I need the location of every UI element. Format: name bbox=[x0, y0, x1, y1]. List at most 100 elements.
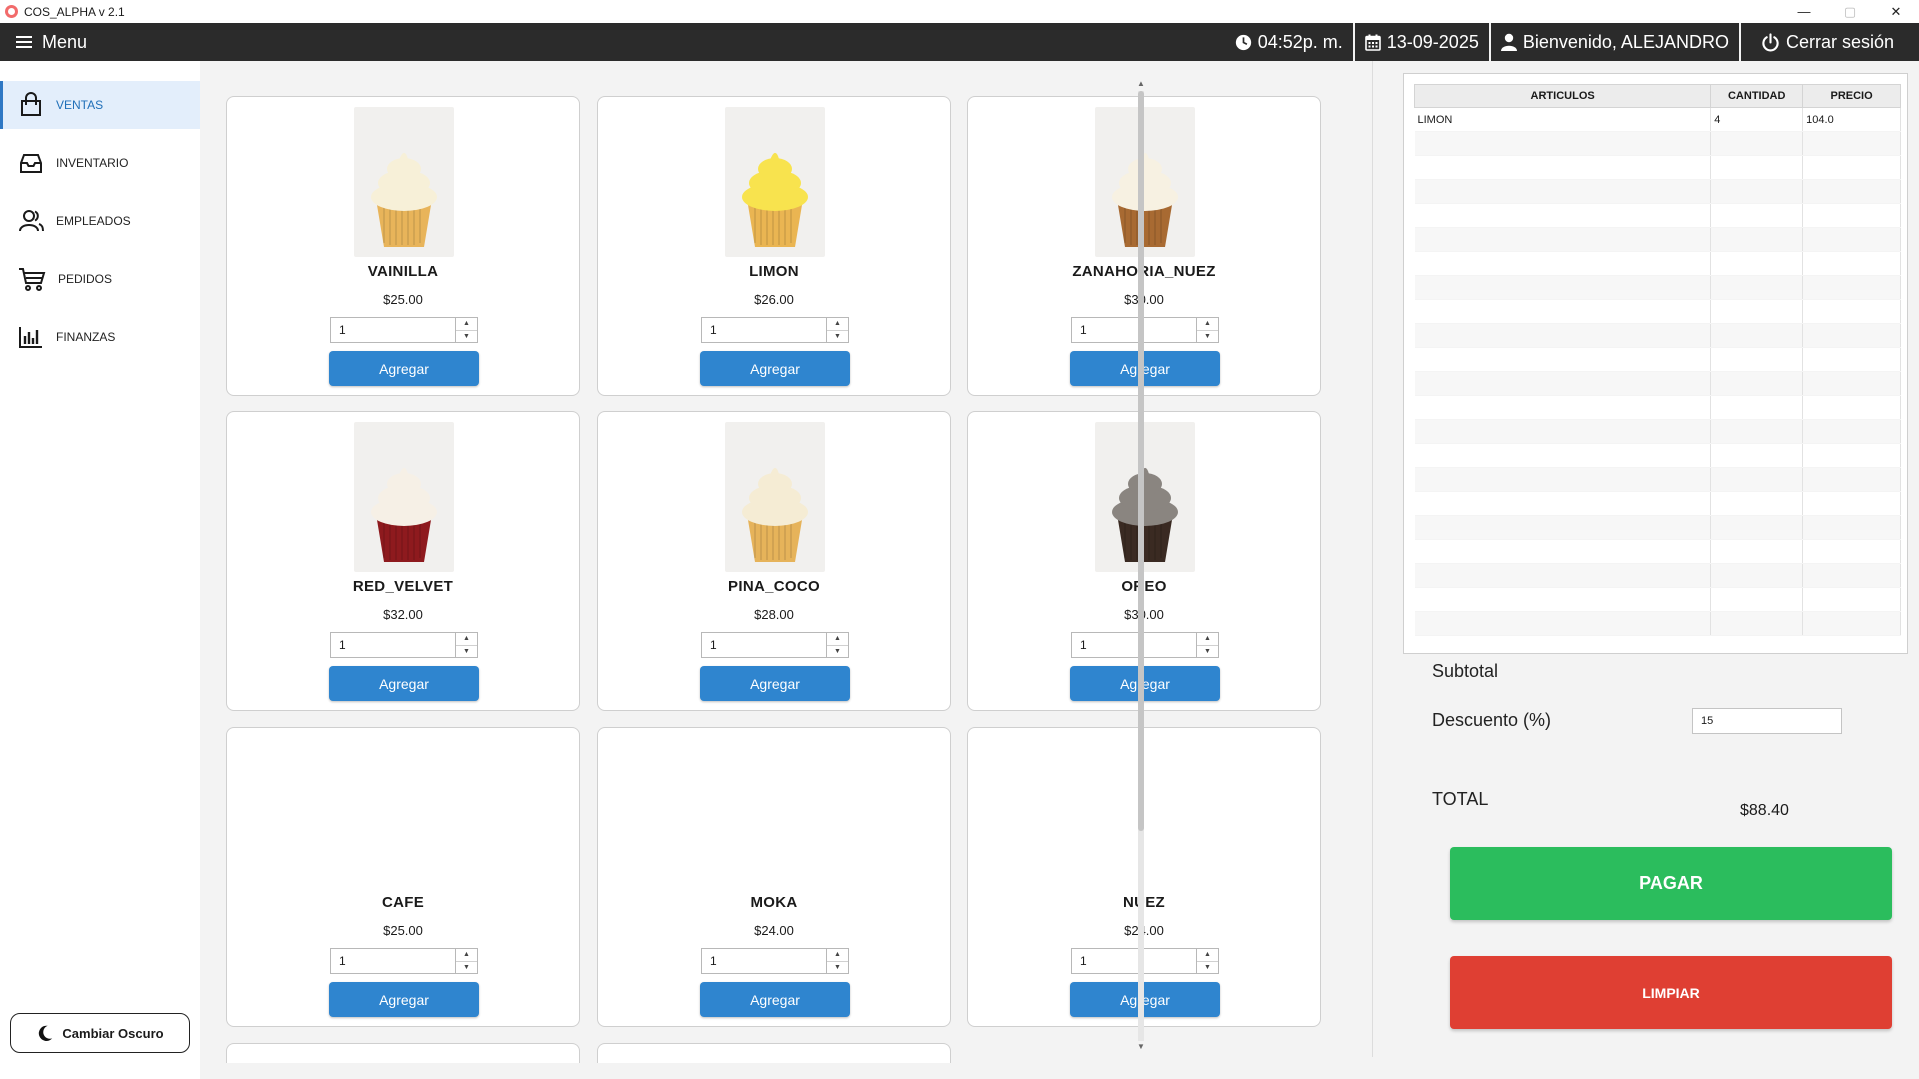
sidebar-item-ventas[interactable]: VENTAS bbox=[0, 81, 200, 129]
stepper-up-icon[interactable]: ▲ bbox=[456, 949, 477, 962]
table-row[interactable]: LIMON 4 104.0 bbox=[1414, 107, 1901, 132]
add-to-cart-button[interactable]: Agregar bbox=[700, 666, 850, 701]
product-name: LIMON bbox=[749, 263, 799, 280]
table-row[interactable] bbox=[1414, 131, 1901, 156]
table-row[interactable] bbox=[1414, 179, 1901, 204]
quantity-stepper[interactable]: 1 ▲ ▼ bbox=[701, 948, 849, 974]
table-row[interactable] bbox=[1414, 563, 1901, 588]
quantity-value[interactable]: 1 bbox=[331, 633, 455, 657]
table-cell bbox=[1710, 587, 1804, 612]
stepper-up-icon[interactable]: ▲ bbox=[1197, 633, 1218, 646]
stepper-down-icon[interactable]: ▼ bbox=[827, 646, 848, 658]
table-row[interactable] bbox=[1414, 299, 1901, 324]
add-to-cart-button[interactable]: Agregar bbox=[700, 982, 850, 1017]
stepper-down-icon[interactable]: ▼ bbox=[827, 331, 848, 343]
table-row[interactable] bbox=[1414, 515, 1901, 540]
table-row[interactable] bbox=[1414, 323, 1901, 348]
table-row[interactable] bbox=[1414, 227, 1901, 252]
stepper-up-icon[interactable]: ▲ bbox=[456, 633, 477, 646]
table-row[interactable] bbox=[1414, 371, 1901, 396]
table-row[interactable] bbox=[1414, 611, 1901, 636]
minimize-button[interactable]: — bbox=[1781, 0, 1827, 23]
quantity-value[interactable]: 1 bbox=[331, 318, 455, 342]
stepper-arrows[interactable]: ▲ ▼ bbox=[826, 633, 848, 657]
quantity-stepper[interactable]: 1 ▲ ▼ bbox=[330, 317, 478, 343]
sidebar-item-finanzas[interactable]: FINANZAS bbox=[0, 313, 200, 361]
stepper-arrows[interactable]: ▲ ▼ bbox=[826, 318, 848, 342]
logout-button[interactable]: Cerrar sesión bbox=[1738, 23, 1919, 61]
table-cell bbox=[1710, 203, 1804, 228]
add-to-cart-button[interactable]: Agregar bbox=[329, 982, 479, 1017]
stepper-arrows[interactable]: ▲ ▼ bbox=[1196, 633, 1218, 657]
quantity-stepper[interactable]: 1 ▲ ▼ bbox=[701, 317, 849, 343]
product-card: PINA_COCO $28.00 1 ▲ ▼ Agregar bbox=[597, 411, 951, 711]
total-label: TOTAL bbox=[1432, 789, 1489, 809]
stepper-down-icon[interactable]: ▼ bbox=[456, 962, 477, 974]
add-to-cart-button[interactable]: Agregar bbox=[329, 666, 479, 701]
product-grid-scrollbar[interactable]: ▲ ▼ bbox=[1135, 79, 1147, 1054]
add-to-cart-button[interactable]: Agregar bbox=[700, 351, 850, 386]
quantity-value[interactable]: 1 bbox=[702, 949, 826, 973]
stepper-arrows[interactable]: ▲ ▼ bbox=[1196, 949, 1218, 973]
maximize-button[interactable]: ▢ bbox=[1827, 0, 1873, 23]
stepper-down-icon[interactable]: ▼ bbox=[456, 646, 477, 658]
quantity-value[interactable]: 1 bbox=[1072, 318, 1196, 342]
stepper-up-icon[interactable]: ▲ bbox=[827, 949, 848, 962]
clear-button[interactable]: LIMPIAR bbox=[1450, 956, 1892, 1029]
stepper-arrows[interactable]: ▲ ▼ bbox=[826, 949, 848, 973]
stepper-up-icon[interactable]: ▲ bbox=[1197, 949, 1218, 962]
stepper-down-icon[interactable]: ▼ bbox=[1197, 962, 1218, 974]
scroll-up-icon[interactable]: ▲ bbox=[1135, 79, 1147, 88]
dark-mode-button[interactable]: Cambiar Oscuro bbox=[10, 1013, 190, 1053]
stepper-down-icon[interactable]: ▼ bbox=[456, 331, 477, 343]
table-row[interactable] bbox=[1414, 491, 1901, 516]
table-row[interactable] bbox=[1414, 467, 1901, 492]
quantity-value[interactable]: 1 bbox=[331, 949, 455, 973]
scroll-thumb[interactable] bbox=[1138, 91, 1144, 831]
stepper-arrows[interactable]: ▲ ▼ bbox=[1196, 318, 1218, 342]
quantity-value[interactable]: 1 bbox=[1072, 633, 1196, 657]
sidebar-item-pedidos[interactable]: PEDIDOS bbox=[0, 255, 200, 303]
users-icon bbox=[19, 210, 44, 232]
table-row[interactable] bbox=[1414, 443, 1901, 468]
stepper-arrows[interactable]: ▲ ▼ bbox=[455, 633, 477, 657]
dark-mode-label: Cambiar Oscuro bbox=[62, 1025, 164, 1041]
quantity-value[interactable]: 1 bbox=[1072, 949, 1196, 973]
add-to-cart-button[interactable]: Agregar bbox=[329, 351, 479, 386]
quantity-stepper[interactable]: 1 ▲ ▼ bbox=[330, 632, 478, 658]
table-row[interactable] bbox=[1414, 251, 1901, 276]
quantity-stepper[interactable]: 1 ▲ ▼ bbox=[330, 948, 478, 974]
column-header-precio[interactable]: PRECIO bbox=[1802, 84, 1901, 108]
column-header-articulos[interactable]: ARTICULOS bbox=[1413, 84, 1712, 108]
table-row[interactable] bbox=[1414, 395, 1901, 420]
quantity-value[interactable]: 1 bbox=[702, 318, 826, 342]
pay-button[interactable]: PAGAR bbox=[1450, 847, 1892, 920]
table-row[interactable] bbox=[1414, 347, 1901, 372]
table-row[interactable] bbox=[1414, 155, 1901, 180]
stepper-down-icon[interactable]: ▼ bbox=[827, 962, 848, 974]
scroll-down-icon[interactable]: ▼ bbox=[1135, 1042, 1147, 1051]
stepper-up-icon[interactable]: ▲ bbox=[1197, 318, 1218, 331]
stepper-up-icon[interactable]: ▲ bbox=[827, 633, 848, 646]
table-row[interactable] bbox=[1414, 275, 1901, 300]
table-row[interactable] bbox=[1414, 539, 1901, 564]
stepper-down-icon[interactable]: ▼ bbox=[1197, 331, 1218, 343]
product-price: $26.00 bbox=[754, 292, 794, 307]
close-button[interactable]: ✕ bbox=[1873, 0, 1919, 23]
menu-button[interactable]: Menu bbox=[0, 23, 87, 61]
sidebar-item-empleados[interactable]: EMPLEADOS bbox=[0, 197, 200, 245]
stepper-up-icon[interactable]: ▲ bbox=[456, 318, 477, 331]
sidebar-item-inventario[interactable]: INVENTARIO bbox=[0, 139, 200, 187]
column-header-cantidad[interactable]: CANTIDAD bbox=[1710, 84, 1804, 108]
table-row[interactable] bbox=[1414, 419, 1901, 444]
quantity-stepper[interactable]: 1 ▲ ▼ bbox=[701, 632, 849, 658]
table-cell bbox=[1710, 395, 1804, 420]
stepper-arrows[interactable]: ▲ ▼ bbox=[455, 318, 477, 342]
stepper-down-icon[interactable]: ▼ bbox=[1197, 646, 1218, 658]
stepper-up-icon[interactable]: ▲ bbox=[827, 318, 848, 331]
discount-input[interactable]: 15 bbox=[1692, 708, 1842, 734]
quantity-value[interactable]: 1 bbox=[702, 633, 826, 657]
table-row[interactable] bbox=[1414, 587, 1901, 612]
table-row[interactable] bbox=[1414, 203, 1901, 228]
stepper-arrows[interactable]: ▲ ▼ bbox=[455, 949, 477, 973]
